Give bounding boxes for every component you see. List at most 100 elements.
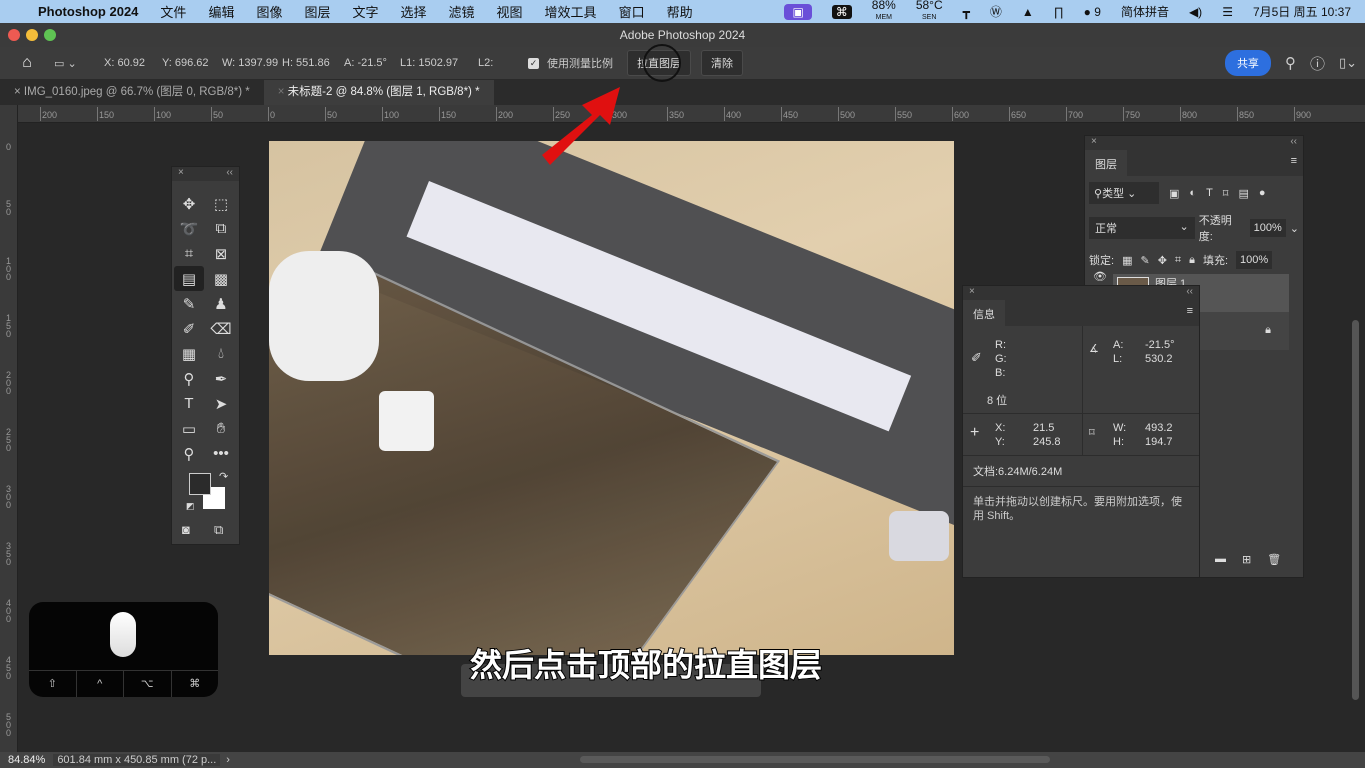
close-panel-icon[interactable]: × (969, 286, 975, 300)
menu-window[interactable]: 窗口 (619, 2, 645, 21)
menu-app[interactable]: Photoshop 2024 (38, 4, 138, 19)
pen-tool-icon[interactable]: ✒ (206, 366, 236, 391)
blend-mode-select[interactable]: 正常 ⌄ (1089, 217, 1195, 239)
new-layer-icon[interactable]: ⊞ (1242, 553, 1251, 566)
menu-help[interactable]: 帮助 (667, 2, 693, 21)
filter-adjust-icon[interactable]: ◐ (1189, 187, 1196, 199)
horizontal-scrollbar[interactable] (580, 756, 1050, 763)
tab-img-0160[interactable]: × IMG_0160.jpeg @ 66.7% (图层 0, RGB/8*) * (0, 80, 264, 105)
zoom-level[interactable]: 84.84% (8, 754, 45, 766)
use-scale-checkbox[interactable]: ✓ (528, 57, 539, 69)
datetime[interactable]: 7月5日 周五 10:37 (1253, 3, 1351, 20)
canvas-image[interactable] (269, 141, 954, 655)
path-select-tool-icon[interactable]: ➤ (206, 391, 236, 416)
hammer-icon[interactable]: ┳ (963, 5, 970, 19)
filter-pixel-icon[interactable]: ▣ (1169, 187, 1179, 200)
object-select-tool-icon[interactable]: ⧉ (206, 216, 236, 241)
menu-image[interactable]: 图像 (256, 2, 282, 21)
input-method[interactable]: 简体拼音 (1121, 3, 1169, 20)
lock-artboard-icon[interactable]: ⌗ (1175, 254, 1181, 267)
lock-all-icon[interactable]: 🔒︎ (1189, 254, 1195, 267)
tab-untitled-2[interactable]: × 未标题-2 @ 84.8% (图层 1, RGB/8*) * (263, 80, 494, 105)
screen-share-icon[interactable]: ▣ (784, 3, 812, 20)
clear-button[interactable]: 清除 (701, 50, 743, 76)
tab-info[interactable]: 信息 (963, 300, 1005, 328)
wordpress-icon[interactable]: Ⓦ (990, 3, 1002, 20)
menu-file[interactable]: 文件 (160, 2, 186, 21)
help-icon[interactable]: ⓘ (1310, 53, 1325, 74)
home-icon[interactable]: ⌂ (0, 54, 54, 72)
menu-select[interactable]: 选择 (401, 2, 427, 21)
gradient-tool-icon[interactable]: ▦ (174, 341, 204, 366)
brush-tool-icon[interactable]: ✎ (174, 291, 204, 316)
menu-type[interactable]: 文字 (352, 2, 378, 21)
more-tools-icon[interactable]: ••• (206, 441, 236, 466)
command-icon[interactable]: ⌘ (831, 4, 852, 19)
panel-menu-icon[interactable]: ≡ (1187, 305, 1193, 317)
eyedropper-icon[interactable]: ✐ (971, 350, 982, 366)
layer-filter-select[interactable]: ⚲类型 ⌄ (1089, 182, 1159, 204)
visibility-eye-icon[interactable]: 👁︎ (1093, 270, 1107, 283)
menu-edit[interactable]: 编辑 (208, 2, 234, 21)
tab-layers[interactable]: 图层 (1085, 150, 1127, 178)
collapse-panel-icon[interactable]: ‹‹ (226, 167, 233, 181)
new-group-icon[interactable]: ▬ (1215, 553, 1226, 566)
type-tool-icon[interactable]: T (174, 391, 204, 416)
menu-layer[interactable]: 图层 (304, 2, 330, 21)
fill-input[interactable]: 100% (1236, 251, 1273, 269)
panel-menu-icon[interactable]: ≡ (1291, 155, 1297, 167)
collapse-panel-icon[interactable]: ‹‹ (1290, 136, 1297, 150)
menu-filter[interactable]: 滤镜 (449, 2, 475, 21)
opacity-dropdown[interactable]: ⌄ (1290, 222, 1299, 235)
volume-icon[interactable]: ◀) (1189, 5, 1202, 19)
screen-mode-icon[interactable]: ⧉ (214, 522, 223, 538)
opacity-input[interactable]: 100% (1249, 219, 1286, 237)
blur-tool-icon[interactable]: 💧︎ (206, 341, 236, 366)
vertical-scrollbar[interactable] (1352, 320, 1359, 700)
close-panel-icon[interactable]: × (1091, 136, 1097, 150)
minimize-window-button[interactable] (26, 29, 38, 41)
collapse-panel-icon[interactable]: ‹‹ (1186, 286, 1193, 300)
lock-transparent-icon[interactable]: ▦ (1122, 254, 1132, 267)
lock-position-icon[interactable]: ✥ (1158, 254, 1167, 267)
close-window-button[interactable] (8, 29, 20, 41)
quick-mask-icon[interactable]: ◙ (182, 522, 190, 537)
document-dimensions[interactable]: 601.84 mm x 450.85 mm (72 p... (53, 754, 221, 766)
temp-stat[interactable]: 58°C SEN (916, 0, 943, 23)
foreground-color-swatch[interactable] (189, 473, 211, 495)
zoom-tool-icon[interactable]: ⚲ (174, 441, 204, 466)
default-colors-icon[interactable]: ◩ (186, 501, 195, 512)
ruler-tool-preset[interactable]: ▭ ⌄ (54, 57, 96, 70)
close-tab-icon[interactable]: × (278, 86, 285, 98)
marquee-tool-icon[interactable]: ⬚ (206, 191, 236, 216)
history-brush-tool-icon[interactable]: ✐ (174, 316, 204, 341)
search-icon[interactable]: ⚲ (1285, 54, 1296, 72)
filter-type-icon[interactable]: T (1206, 187, 1213, 199)
status-menu-arrow[interactable]: › (226, 754, 230, 766)
zoom-window-button[interactable] (44, 29, 56, 41)
dodge-tool-icon[interactable]: ⚲ (174, 366, 204, 391)
menu-plugins[interactable]: 增效工具 (545, 2, 597, 21)
filter-smart-icon[interactable]: ▤ (1238, 187, 1248, 200)
rectangle-tool-icon[interactable]: ▭ (174, 416, 204, 441)
bookmark-icon[interactable]: ∏ (1054, 5, 1064, 19)
stamp-tool-icon[interactable]: ♟ (206, 291, 236, 316)
close-panel-icon[interactable]: × (178, 167, 184, 181)
lock-image-icon[interactable]: ✎ (1140, 254, 1149, 267)
close-tab-icon[interactable]: × (14, 86, 21, 98)
swap-colors-icon[interactable]: ↷ (219, 470, 228, 483)
control-center-icon[interactable]: ☰ (1222, 5, 1233, 19)
crop-tool-icon[interactable]: ⌗ (174, 241, 204, 266)
workspace-icon[interactable]: ▯⌄ (1339, 55, 1357, 71)
share-button[interactable]: 共享 (1224, 50, 1271, 76)
eraser-tool-icon[interactable]: ⌫ (206, 316, 236, 341)
cpu-stat[interactable]: 88% MEM (872, 0, 896, 23)
move-tool-icon[interactable]: ✥ (174, 191, 204, 216)
bell-icon[interactable]: ▲ (1022, 5, 1034, 19)
filter-toggle[interactable]: ● (1259, 187, 1266, 199)
lasso-tool-icon[interactable]: ➰ (174, 216, 204, 241)
delete-layer-icon[interactable]: 🗑︎ (1267, 553, 1281, 566)
wechat-icon[interactable]: ● 9 (1084, 5, 1101, 19)
hand-tool-icon[interactable]: ✋︎ (206, 416, 236, 441)
spot-heal-tool-icon[interactable]: ▩ (206, 266, 236, 291)
